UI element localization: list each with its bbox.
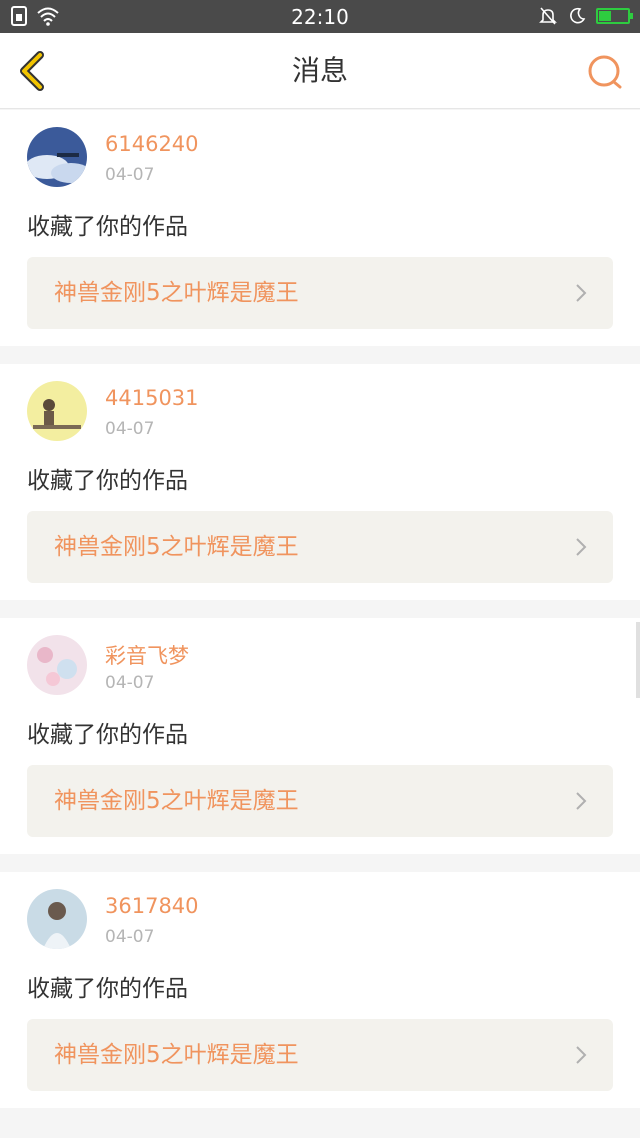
message-date: 04-07 [105, 165, 155, 185]
message-action: 收藏了你的作品 [27, 722, 188, 748]
work-link[interactable]: 神兽金刚5之叶辉是魔王 [27, 257, 613, 329]
message-card: 3617840 04-07 收藏了你的作品 神兽金刚5之叶辉是魔王 [0, 872, 640, 1108]
message-card: 6146240 04-07 收藏了你的作品 神兽金刚5之叶辉是魔王 [0, 110, 640, 346]
work-title: 神兽金刚5之叶辉是魔王 [54, 534, 299, 560]
username[interactable]: 3617840 [105, 894, 199, 918]
message-card: 彩音飞梦 04-07 收藏了你的作品 神兽金刚5之叶辉是魔王 [0, 618, 640, 854]
work-link[interactable]: 神兽金刚5之叶辉是魔王 [27, 1019, 613, 1091]
avatar[interactable] [27, 381, 87, 441]
status-bar: 22:10 [0, 0, 640, 33]
message-date: 04-07 [105, 419, 155, 439]
message-action: 收藏了你的作品 [27, 468, 188, 494]
username[interactable]: 4415031 [105, 386, 199, 410]
work-title: 神兽金刚5之叶辉是魔王 [54, 1042, 299, 1068]
chevron-right-icon [576, 792, 587, 810]
message-action: 收藏了你的作品 [27, 214, 188, 240]
app-header: 消息 [0, 33, 640, 109]
work-link[interactable]: 神兽金刚5之叶辉是魔王 [27, 765, 613, 837]
message-date: 04-07 [105, 673, 155, 693]
search-icon [588, 55, 622, 89]
page-title: 消息 [291, 54, 348, 87]
message-card: 4415031 04-07 收藏了你的作品 神兽金刚5之叶辉是魔王 [0, 364, 640, 600]
avatar[interactable] [27, 635, 87, 695]
avatar[interactable] [27, 127, 87, 187]
chevron-right-icon [576, 1046, 587, 1064]
moon-icon [570, 7, 586, 24]
message-action: 收藏了你的作品 [27, 976, 188, 1002]
battery-level [599, 11, 611, 21]
message-list: 6146240 04-07 收藏了你的作品 神兽金刚5之叶辉是魔王 441503… [0, 110, 640, 1126]
chevron-right-icon [576, 284, 587, 302]
username[interactable]: 6146240 [105, 132, 199, 156]
scrollbar[interactable] [636, 622, 640, 698]
chevron-right-icon [576, 538, 587, 556]
status-right-icons [538, 6, 633, 26]
avatar[interactable] [27, 889, 87, 949]
username[interactable]: 彩音飞梦 [105, 640, 189, 670]
work-title: 神兽金刚5之叶辉是魔王 [54, 280, 299, 306]
search-button[interactable] [586, 53, 626, 93]
message-date: 04-07 [105, 927, 155, 947]
work-link[interactable]: 神兽金刚5之叶辉是魔王 [27, 511, 613, 583]
battery-icon [596, 8, 633, 24]
mute-bell-icon [539, 7, 557, 25]
work-title: 神兽金刚5之叶辉是魔王 [54, 788, 299, 814]
